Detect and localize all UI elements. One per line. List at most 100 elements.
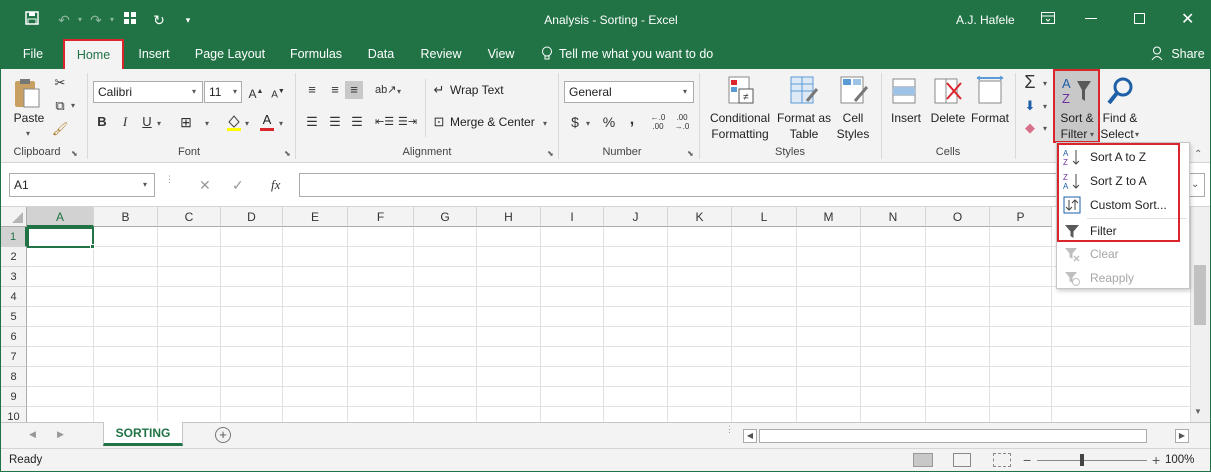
sort-filter-label-2[interactable]: Filter	[1055, 127, 1093, 142]
currency-dropdown-icon[interactable]: ▾	[586, 119, 590, 128]
orientation-icon[interactable]: ab↗	[375, 81, 396, 99]
cell-styles-label-2[interactable]: Styles	[833, 127, 873, 142]
insert-cells-button[interactable]: Insert	[885, 111, 927, 126]
align-left-icon[interactable]: ☰	[303, 113, 321, 131]
number-format-dropdown-icon[interactable]: ▾	[683, 87, 687, 96]
font-launcher-icon[interactable]: ⬊	[284, 149, 291, 158]
share-button[interactable]: Share	[1171, 39, 1205, 69]
select-all-corner[interactable]	[1, 207, 27, 227]
tab-view[interactable]: View	[481, 39, 521, 69]
clear-dropdown-icon[interactable]: ▾	[1043, 124, 1047, 133]
fill-color-dropdown-icon[interactable]: ▾	[245, 119, 249, 128]
cancel-formula-icon[interactable]: ✕	[199, 177, 211, 194]
format-painter-icon[interactable]: 🖌	[51, 120, 69, 138]
orientation-dropdown-icon[interactable]: ▾	[397, 87, 401, 96]
name-box[interactable]: A1	[9, 173, 155, 197]
sort-filter-icon[interactable]: AZ	[1061, 75, 1093, 107]
save-icon[interactable]	[23, 11, 41, 29]
column-header[interactable]: D	[221, 207, 283, 227]
redo-dropdown-icon[interactable]: ▾	[103, 11, 121, 29]
insert-function-button[interactable]: fx	[271, 177, 280, 193]
tab-formulas[interactable]: Formulas	[283, 39, 349, 69]
sort-filter-dropdown-icon[interactable]: ▾	[1090, 130, 1094, 139]
tab-split-handle[interactable]: ⋮	[725, 425, 734, 434]
vertical-scroll-thumb[interactable]	[1194, 265, 1206, 325]
formula-bar-resize-icon[interactable]: ⋮	[165, 175, 174, 184]
column-header[interactable]: N	[861, 207, 926, 227]
page-break-view-icon[interactable]	[993, 453, 1011, 467]
tab-insert[interactable]: Insert	[131, 39, 177, 69]
row-header[interactable]: 2	[1, 247, 27, 267]
align-center-icon[interactable]: ☰	[326, 113, 344, 131]
paste-dropdown-icon[interactable]: ▾	[26, 129, 30, 138]
sort-filter-label-1[interactable]: Sort &	[1055, 111, 1099, 126]
column-header[interactable]: L	[732, 207, 797, 227]
align-right-icon[interactable]: ☰	[348, 113, 366, 131]
cut-icon[interactable]: ✂	[51, 74, 69, 92]
underline-button[interactable]: U	[138, 113, 156, 131]
worksheet-grid[interactable]: ABCDEFGHIJKLMNOP 1 2 3 4 5 6 7 8 9 10 ▼	[1, 207, 1210, 422]
user-name[interactable]: A.J. Hafele	[956, 1, 1015, 39]
increase-decimal-icon[interactable]: ←.0.00	[649, 113, 667, 131]
autosum-dropdown-icon[interactable]: ▾	[1043, 79, 1047, 88]
row-header[interactable]: 1	[1, 227, 27, 247]
sheet-tab-sorting[interactable]: SORTING	[103, 422, 183, 446]
clear-icon[interactable]: ◆	[1021, 119, 1039, 137]
column-header[interactable]: O	[926, 207, 990, 227]
font-name-dropdown-icon[interactable]: ▾	[192, 87, 196, 96]
cell-styles-icon[interactable]	[839, 75, 869, 107]
font-size-dropdown-icon[interactable]: ▾	[233, 87, 237, 96]
zoom-out-icon[interactable]: −	[1023, 449, 1031, 471]
font-name-box[interactable]: Calibri	[93, 81, 203, 103]
zoom-level[interactable]: 100%	[1165, 449, 1194, 471]
column-header[interactable]: A	[27, 207, 94, 227]
tab-review[interactable]: Review	[413, 39, 469, 69]
alignment-launcher-icon[interactable]: ⬊	[547, 149, 554, 158]
wrap-text-button[interactable]: Wrap Text	[450, 83, 504, 98]
tab-file[interactable]: File	[15, 39, 51, 69]
horizontal-scroll-thumb[interactable]	[759, 429, 1147, 443]
borders-dropdown-icon[interactable]: ▾	[205, 119, 209, 128]
find-select-label-1[interactable]: Find &	[1099, 111, 1141, 126]
table-icon[interactable]	[121, 11, 139, 29]
copy-dropdown-icon[interactable]: ▾	[71, 101, 75, 110]
column-header[interactable]: E	[283, 207, 348, 227]
row-header[interactable]: 8	[1, 367, 27, 387]
close-icon[interactable]: ✕	[1181, 9, 1194, 29]
tab-page-layout[interactable]: Page Layout	[189, 39, 271, 69]
maximize-icon[interactable]	[1134, 13, 1145, 24]
row-header[interactable]: 6	[1, 327, 27, 347]
bottom-align-icon[interactable]: ≡	[345, 81, 363, 99]
scroll-right-icon[interactable]: ▶	[1175, 429, 1189, 443]
column-header[interactable]: I	[541, 207, 604, 227]
merge-center-icon[interactable]: ⊡	[430, 113, 448, 131]
copy-icon[interactable]: ⧉	[51, 97, 69, 115]
minimize-icon[interactable]	[1085, 18, 1097, 19]
shrink-font-icon[interactable]: A▼	[269, 83, 287, 101]
column-header[interactable]: B	[94, 207, 158, 227]
column-header[interactable]: C	[158, 207, 221, 227]
conditional-formatting-label-2[interactable]: Formatting	[704, 127, 776, 142]
new-sheet-icon[interactable]: +	[215, 427, 231, 443]
conditional-formatting-icon[interactable]: ≠	[725, 75, 757, 107]
row-header[interactable]: 4	[1, 287, 27, 307]
format-cells-icon[interactable]	[975, 75, 1005, 107]
paste-button[interactable]: Paste	[9, 111, 49, 126]
bold-button[interactable]: B	[93, 113, 111, 131]
insert-cells-icon[interactable]	[891, 75, 921, 107]
merge-dropdown-icon[interactable]: ▾	[543, 119, 547, 128]
fill-handle[interactable]	[90, 244, 95, 249]
page-layout-view-icon[interactable]	[953, 453, 971, 467]
expand-formula-bar-icon[interactable]: ⌄	[1191, 179, 1199, 190]
find-select-label-2[interactable]: Select	[1097, 127, 1137, 142]
ribbon-display-options-icon[interactable]	[1041, 12, 1057, 26]
merge-center-button[interactable]: Merge & Center	[450, 115, 535, 130]
row-header[interactable]: 5	[1, 307, 27, 327]
column-header[interactable]: J	[604, 207, 668, 227]
normal-view-icon[interactable]	[913, 453, 933, 467]
column-header[interactable]: K	[668, 207, 732, 227]
active-cell-a1[interactable]	[27, 227, 94, 248]
italic-button[interactable]: I	[116, 113, 134, 131]
row-header[interactable]: 9	[1, 387, 27, 407]
scroll-left-icon[interactable]: ◀	[743, 429, 757, 443]
